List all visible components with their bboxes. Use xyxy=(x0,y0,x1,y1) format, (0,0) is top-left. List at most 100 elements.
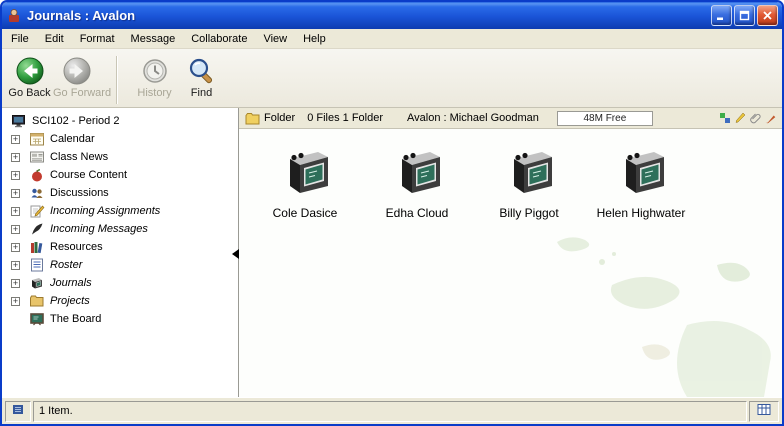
view-toggle-icon[interactable] xyxy=(719,112,731,124)
expander-icon[interactable] xyxy=(11,207,20,216)
title-bar[interactable]: Journals : Avalon xyxy=(2,2,782,29)
pencil-paper-icon xyxy=(29,203,45,219)
list-icon xyxy=(29,257,45,273)
expander-icon[interactable] xyxy=(11,189,20,198)
journal-book-icon xyxy=(388,148,446,201)
journal-book-icon xyxy=(29,275,45,291)
app-icon xyxy=(6,8,22,24)
expander-icon[interactable] xyxy=(11,135,20,144)
journal-name: Billy Piggot xyxy=(499,206,558,220)
journal-book-icon xyxy=(276,148,334,201)
journal-name: Helen Highwater xyxy=(597,206,686,220)
content-pane: Folder 0 Files 1 Folder Avalon : Michael… xyxy=(239,108,782,397)
brush-icon[interactable] xyxy=(764,112,776,124)
tree-item-label: Calendar xyxy=(50,133,95,145)
menu-file[interactable]: File xyxy=(3,29,37,48)
menu-edit[interactable]: Edit xyxy=(37,29,72,48)
folder-view[interactable]: Cole Dasice Edha Cloud Billy Piggot xyxy=(239,129,782,397)
file-folder-count: 0 Files 1 Folder xyxy=(307,112,383,124)
menu-message[interactable]: Message xyxy=(123,29,184,48)
minimize-button[interactable] xyxy=(711,5,732,26)
journal-item-billy-piggot[interactable]: Billy Piggot xyxy=(473,148,585,220)
item-type-label: Folder xyxy=(264,112,295,124)
window-title: Journals : Avalon xyxy=(27,8,135,23)
pencil-icon[interactable] xyxy=(734,112,746,124)
history-icon xyxy=(131,54,178,87)
tree-root-class[interactable]: SCI102 - Period 2 xyxy=(2,112,238,130)
tree-item-discussions[interactable]: Discussions xyxy=(2,184,238,202)
status-text-panel: 1 Item. xyxy=(33,401,747,422)
expander-icon[interactable] xyxy=(11,297,20,306)
tree-item-label: Incoming Assignments xyxy=(50,205,160,217)
go-forward-label: Go Forward xyxy=(53,87,100,99)
tree-item-roster[interactable]: Roster xyxy=(2,256,238,274)
tree-item-calendar[interactable]: Calendar xyxy=(2,130,238,148)
tree-item-journals[interactable]: Journals xyxy=(2,274,238,292)
tree-item-label: Incoming Messages xyxy=(50,223,148,235)
computer-icon xyxy=(11,113,27,129)
tree-item-label: Resources xyxy=(50,241,103,253)
expander-icon[interactable] xyxy=(11,261,20,270)
maximize-button[interactable] xyxy=(734,5,755,26)
tree-item-label: Projects xyxy=(50,295,90,307)
expander-icon[interactable] xyxy=(11,225,20,234)
tree-item-incoming-messages[interactable]: Incoming Messages xyxy=(2,220,238,238)
menu-help[interactable]: Help xyxy=(295,29,334,48)
app-window: Journals : Avalon File Edit Format Messa… xyxy=(0,0,784,426)
tree-root-label: SCI102 - Period 2 xyxy=(32,115,119,127)
newspaper-icon xyxy=(29,149,45,165)
calendar-icon xyxy=(29,131,45,147)
expander-icon[interactable] xyxy=(11,279,20,288)
journal-item-cole-dasice[interactable]: Cole Dasice xyxy=(249,148,361,220)
find-label: Find xyxy=(178,87,225,99)
menu-collaborate[interactable]: Collaborate xyxy=(183,29,255,48)
journal-list: Cole Dasice Edha Cloud Billy Piggot xyxy=(249,148,697,220)
tree-item-the-board[interactable]: The Board xyxy=(2,310,238,328)
magnifier-icon xyxy=(178,54,225,87)
chalkboard-icon xyxy=(29,311,45,327)
free-space-indicator: 48M Free xyxy=(557,111,653,126)
history-button: History xyxy=(131,52,178,99)
journal-item-helen-highwater[interactable]: Helen Highwater xyxy=(585,148,697,220)
menu-bar: File Edit Format Message Collaborate Vie… xyxy=(2,29,782,49)
apple-icon xyxy=(29,167,45,183)
people-icon xyxy=(29,185,45,201)
expander-icon[interactable] xyxy=(11,171,20,180)
folder-icon xyxy=(245,112,260,125)
folder-icon xyxy=(29,293,45,309)
tree-item-projects[interactable]: Projects xyxy=(2,292,238,310)
expander-icon[interactable] xyxy=(11,243,20,252)
tree-item-label: Class News xyxy=(50,151,108,163)
tree-item-resources[interactable]: Resources xyxy=(2,238,238,256)
class-tree-pane: SCI102 - Period 2 Calendar Class News xyxy=(2,108,239,397)
menu-view[interactable]: View xyxy=(255,29,295,48)
tree-item-label: Course Content xyxy=(50,169,127,181)
journal-name: Cole Dasice xyxy=(273,206,338,220)
journal-mini-icon xyxy=(12,403,24,419)
status-right-panel xyxy=(749,401,779,422)
go-back-label: Go Back xyxy=(6,87,53,99)
toolbar-separator xyxy=(116,56,117,104)
tree-item-course-content[interactable]: Course Content xyxy=(2,166,238,184)
go-forward-button: Go Forward xyxy=(53,52,100,99)
go-back-button[interactable]: Go Back xyxy=(6,52,53,99)
tree-item-label: The Board xyxy=(50,313,101,325)
map-watermark xyxy=(462,207,782,397)
menu-format[interactable]: Format xyxy=(72,29,123,48)
header-tool-icons xyxy=(719,112,776,124)
status-left-panel xyxy=(5,401,31,422)
tree-item-label: Discussions xyxy=(50,187,109,199)
tree-item-incoming-assignments[interactable]: Incoming Assignments xyxy=(2,202,238,220)
tree-item-class-news[interactable]: Class News xyxy=(2,148,238,166)
find-button[interactable]: Find xyxy=(178,52,225,99)
close-button[interactable] xyxy=(757,5,778,26)
pane-collapse-arrow[interactable] xyxy=(232,249,239,259)
grid-view-icon[interactable] xyxy=(757,403,771,419)
expander-icon[interactable] xyxy=(11,153,20,162)
back-arrow-icon xyxy=(6,54,53,87)
journal-book-icon xyxy=(500,148,558,201)
journal-item-edha-cloud[interactable]: Edha Cloud xyxy=(361,148,473,220)
status-text: 1 Item. xyxy=(39,405,73,417)
journal-book-icon xyxy=(612,148,670,201)
clip-icon[interactable] xyxy=(749,112,761,124)
